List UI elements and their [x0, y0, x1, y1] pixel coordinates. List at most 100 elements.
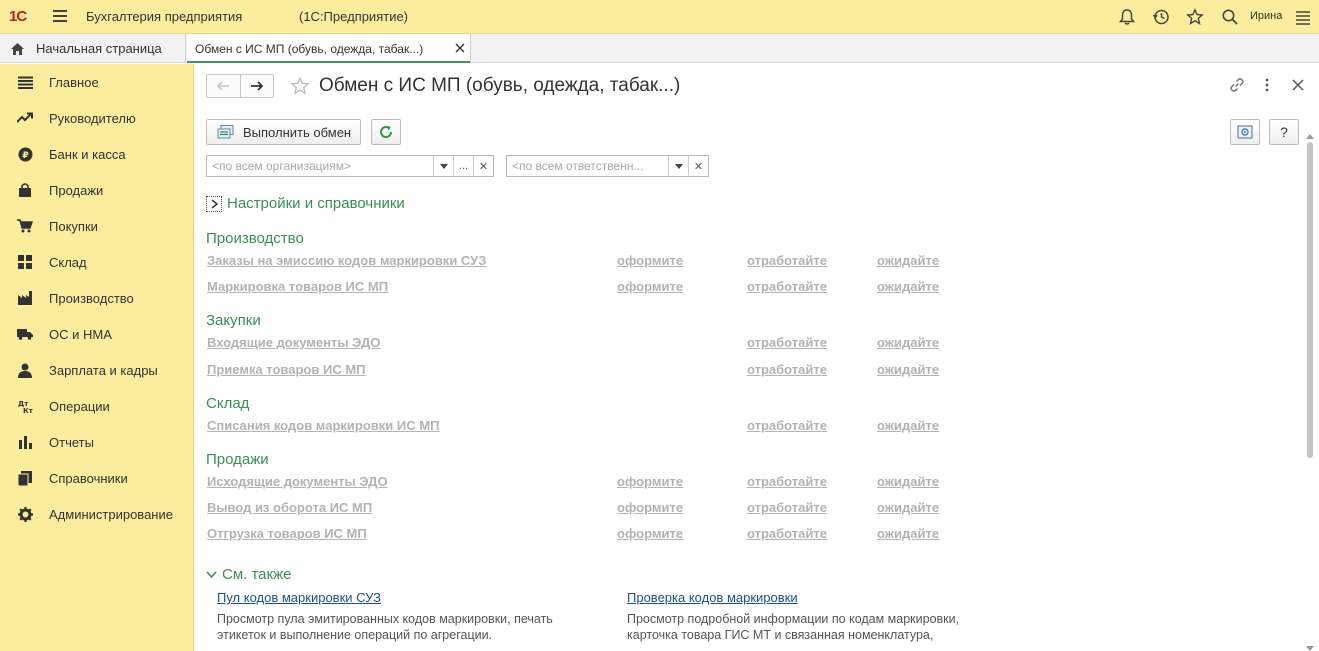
- exchange-icon: [217, 125, 234, 139]
- sidebar-item-salary[interactable]: Зарплата и кадры: [0, 352, 193, 388]
- sidebar-item-operations[interactable]: Дт Кт Операции: [0, 388, 193, 424]
- help-button[interactable]: ?: [1269, 119, 1299, 145]
- coin-icon: ₽: [17, 146, 33, 162]
- row-withdrawal[interactable]: Вывод из оборота ИС МП: [207, 500, 372, 515]
- action-wait[interactable]: ожидайте: [877, 335, 939, 350]
- action-wait[interactable]: ожидайте: [877, 253, 939, 268]
- see-also-toggle[interactable]: См. также: [206, 566, 291, 583]
- organization-dropdown-button[interactable]: [433, 156, 453, 176]
- vertical-scrollbar[interactable]: [1305, 134, 1315, 651]
- action-process[interactable]: отработайте: [747, 474, 827, 489]
- row-shipment[interactable]: Отгрузка товаров ИС МП: [207, 526, 367, 541]
- action-process[interactable]: отработайте: [747, 362, 827, 377]
- link-check-codes[interactable]: Проверка кодов маркировки: [627, 590, 798, 605]
- sidebar-item-warehouse[interactable]: Склад: [0, 244, 193, 280]
- desc-check-codes: Просмотр подробной информации по кодам м…: [627, 612, 960, 642]
- screen-settings-icon: [1237, 125, 1253, 139]
- group-title-sales: Продажи: [206, 451, 269, 468]
- sidebar-item-production[interactable]: Производство: [0, 280, 193, 316]
- gear-icon: [17, 506, 33, 522]
- favorites-star-icon[interactable]: [1186, 8, 1204, 26]
- sidebar-item-admin[interactable]: Администрирование: [0, 496, 193, 532]
- action-process[interactable]: отработайте: [747, 500, 827, 515]
- sidebar-item-manager[interactable]: Руководителю: [0, 100, 193, 136]
- row-goods-receipt[interactable]: Приемка товаров ИС МП: [207, 362, 366, 377]
- execute-exchange-label: Выполнить обмен: [243, 124, 352, 140]
- close-form-icon[interactable]: [1290, 77, 1306, 93]
- action-wait[interactable]: ожидайте: [877, 474, 939, 489]
- arrow-left-icon: [217, 81, 230, 91]
- scroll-down-icon[interactable]: [1306, 646, 1314, 651]
- action-prepare[interactable]: оформите: [617, 279, 683, 294]
- action-wait[interactable]: ожидайте: [877, 418, 939, 433]
- sidebar-item-directories[interactable]: Справочники: [0, 460, 193, 496]
- link-suz-code-pool[interactable]: Пул кодов маркировки СУЗ: [217, 590, 381, 605]
- execute-exchange-button[interactable]: Выполнить обмен: [206, 119, 361, 145]
- tab-exchange[interactable]: Обмен с ИС МП (обувь, одежда, табак...): [187, 34, 471, 63]
- responsible-dropdown-button[interactable]: [668, 156, 688, 176]
- truck-icon: [17, 326, 33, 342]
- action-wait[interactable]: ожидайте: [877, 500, 939, 515]
- form-title: Обмен с ИС МП (обувь, одежда, табак...): [319, 75, 681, 96]
- action-process[interactable]: отработайте: [747, 418, 827, 433]
- sidebar-item-sales[interactable]: Продажи: [0, 172, 193, 208]
- action-prepare[interactable]: оформите: [617, 500, 683, 515]
- action-process[interactable]: отработайте: [747, 279, 827, 294]
- main-menu-icon[interactable]: [1294, 8, 1312, 26]
- chevron-down-icon: [206, 571, 217, 578]
- responsible-clear-button[interactable]: ✕: [688, 156, 708, 176]
- person-icon: [17, 362, 33, 378]
- responsible-filter[interactable]: ✕: [506, 155, 709, 177]
- search-icon[interactable]: [1221, 8, 1239, 26]
- row-marking-goods[interactable]: Маркировка товаров ИС МП: [207, 279, 388, 294]
- action-prepare[interactable]: оформите: [617, 474, 683, 489]
- action-prepare[interactable]: оформите: [617, 526, 683, 541]
- user-name[interactable]: Ирина: [1250, 10, 1282, 22]
- trend-icon: [17, 110, 33, 126]
- more-actions-icon[interactable]: [1259, 77, 1275, 93]
- sidebar-item-bank[interactable]: ₽ Банк и касса: [0, 136, 193, 172]
- bell-icon[interactable]: [1118, 8, 1136, 26]
- forward-button[interactable]: [239, 75, 274, 97]
- settings-panel-button[interactable]: [1230, 119, 1260, 145]
- sidebar-item-purchases[interactable]: Покупки: [0, 208, 193, 244]
- app-logo[interactable]: 1С: [9, 8, 27, 25]
- action-process[interactable]: отработайте: [747, 253, 827, 268]
- settings-section-toggle[interactable]: Настройки и справочники: [206, 195, 405, 212]
- bar-chart-icon: [17, 434, 33, 450]
- svg-text:₽: ₽: [22, 151, 28, 161]
- row-outgoing-edo[interactable]: Исходящие документы ЭДО: [207, 474, 388, 489]
- responsible-input[interactable]: [507, 156, 668, 176]
- row-incoming-edo[interactable]: Входящие документы ЭДО: [207, 335, 380, 350]
- sidebar-item-assets[interactable]: ОС и НМА: [0, 316, 193, 352]
- active-tab-underline: [187, 61, 470, 63]
- row-write-off-codes[interactable]: Списания кодов маркировки ИС МП: [207, 418, 439, 433]
- sidebar-item-reports[interactable]: Отчеты: [0, 424, 193, 460]
- scrollbar-thumb[interactable]: [1307, 142, 1313, 458]
- sidebar-item-main[interactable]: Главное: [0, 64, 193, 100]
- action-wait[interactable]: ожидайте: [877, 362, 939, 377]
- action-process[interactable]: отработайте: [747, 335, 827, 350]
- link-icon[interactable]: [1229, 77, 1245, 93]
- action-prepare[interactable]: оформите: [617, 253, 683, 268]
- tab-home[interactable]: Начальная страница: [0, 34, 186, 63]
- history-icon[interactable]: [1152, 8, 1170, 26]
- settings-section-label: Настройки и справочники: [227, 195, 405, 212]
- action-process[interactable]: отработайте: [747, 526, 827, 541]
- refresh-button[interactable]: [371, 119, 401, 145]
- organization-select-button[interactable]: ...: [453, 156, 473, 176]
- organization-input[interactable]: [207, 156, 433, 176]
- action-wait[interactable]: ожидайте: [877, 526, 939, 541]
- tab-close-icon[interactable]: [455, 43, 465, 53]
- grid-icon: [17, 254, 33, 270]
- favorite-star-icon[interactable]: [290, 76, 310, 96]
- back-button[interactable]: [207, 75, 240, 97]
- organization-clear-button[interactable]: ✕: [473, 156, 493, 176]
- books-icon: [17, 470, 33, 486]
- organization-filter[interactable]: ... ✕: [206, 155, 494, 177]
- hamburger-menu-icon[interactable]: [53, 10, 67, 22]
- bag-icon: [17, 182, 33, 198]
- scroll-up-icon[interactable]: [1306, 134, 1314, 139]
- row-suz-orders[interactable]: Заказы на эмиссию кодов маркировки СУЗ: [207, 253, 486, 268]
- action-wait[interactable]: ожидайте: [877, 279, 939, 294]
